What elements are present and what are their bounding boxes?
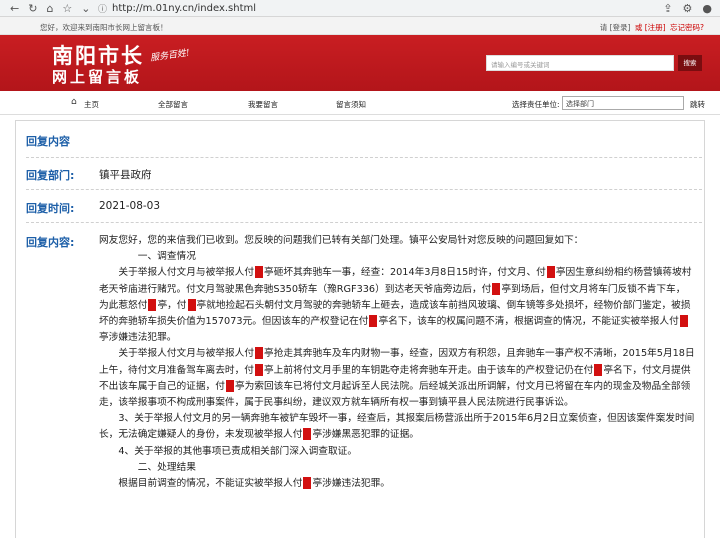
redaction-mark [187,298,196,311]
divider [26,157,702,158]
reply-paragraph: 一、调查情况 [137,251,196,263]
reply-paragraph: 关于举报人付文月与被举报人付 亭抢走其奔驰车及车内财物一事，经查，因双方有积怨，且… [99,347,695,409]
divider [26,189,702,190]
jump-button[interactable]: 跳转 [690,99,705,110]
address-bar[interactable]: ⓘ http://m.01ny.cn/index.shtml [98,1,658,15]
reply-content-label: 回复内容: [26,236,75,249]
redaction-mark [255,363,263,376]
reply-time-label: 回复时间: [26,202,75,215]
nav-item-home[interactable]: 主页 [84,99,99,110]
search-input[interactable]: 请输入编号或关键词 [486,55,674,71]
chevron-down-icon[interactable]: ⌄ [81,2,90,15]
redaction-mark [679,315,688,328]
nav-item-guidelines[interactable]: 留言须知 [336,99,366,110]
address-bar-url: http://m.01ny.cn/index.shtml [112,2,257,14]
reply-body: 网友您好，您的来信我们已收到。您反映的问题我们已转有关部门处理。镇平公安局针对您… [99,233,695,492]
main-nav: ⌂ 主页 全部留言 我要留言 留言须知 选择责任单位: 选择部门 跳转 [0,91,720,115]
divider [26,222,702,223]
department-select-label: 选择责任单位: [512,100,560,109]
reload-icon[interactable]: ↻ [28,2,37,15]
redaction-mark [255,347,264,360]
welcome-text: 您好，欢迎来到南阳市长网上留言板！ [40,23,168,32]
redaction-mark [594,363,603,376]
nav-item-post-message[interactable]: 我要留言 [248,99,278,110]
page-info-icon[interactable]: ⓘ [98,2,107,15]
site-header: 南阳市长 网上留言板 服务百姓! 请输入编号或关键词 搜索 [0,35,720,91]
search-button[interactable]: 搜索 [678,55,702,71]
redaction-mark [225,379,234,392]
nav-item-all-messages[interactable]: 全部留言 [158,99,188,110]
welcome-bar: 您好，欢迎来到南阳市长网上留言板！ 请 [登录] 或 [注册] 忘记密码? [0,17,720,35]
redaction-mark [303,477,312,490]
reply-dept-value: 镇平县政府 [99,169,152,181]
reply-panel: 回复内容 回复部门: 镇平县政府 回复时间: 2021-08-03 回复内容: … [15,120,705,538]
redaction-mark [369,315,378,328]
redaction-mark [255,266,264,279]
forgot-password-link[interactable]: 忘记密码? [670,23,704,32]
redaction-mark [148,298,157,311]
reply-paragraph: 网友您好，您的来信我们已收到。您反映的问题我们已转有关部门处理。镇平公安局针对您… [99,235,584,246]
reply-paragraph: 关于举报人付文月与被举报人付 亭砸坏其奔驰车一事，经查：2014年3月8日15时许… [99,266,692,344]
site-slogan: 服务百姓! [149,48,191,64]
department-select-value: 选择部门 [566,100,594,108]
bookmark-star-icon[interactable]: ☆ [62,2,72,15]
reply-paragraph: 根据目前调查的情况，不能证实被举报人付 亭涉嫌违法犯罪。 [118,477,390,490]
home-icon[interactable]: ⌂ [46,2,53,15]
profile-icon[interactable]: ● [702,2,712,15]
share-icon[interactable]: ⇪ [663,2,672,15]
site-logo-subtitle[interactable]: 网上留言板 [52,66,142,87]
redaction-mark [492,282,501,295]
redaction-mark [546,266,555,279]
register-link[interactable]: 或 [注册] [635,23,666,32]
department-select[interactable]: 选择部门 [562,96,684,110]
back-icon[interactable]: ← [10,2,19,15]
redaction-mark [303,428,312,441]
browser-toolbar: ← ↻ ⌂ ☆ ⌄ ⓘ http://m.01ny.cn/index.shtml… [0,0,720,17]
reply-paragraph: 3、关于举报人付文月的另一辆奔驰车被铲车毁坏一事，经查后，其报案后杨营派出所于2… [99,413,695,441]
reply-dept-label: 回复部门: [26,169,75,182]
reply-time-value: 2021-08-03 [99,200,161,212]
reply-section-title: 回复内容 [26,135,70,148]
reply-paragraph: 4、关于举报的其他事项已责成相关部门深入调查取证。 [118,445,358,457]
reply-paragraph: 二、处理结果 [137,461,196,473]
home-nav-icon[interactable]: ⌂ [71,97,77,107]
login-link[interactable]: 请 [登录] [600,23,631,32]
extensions-icon[interactable]: ⚙ [683,2,693,15]
